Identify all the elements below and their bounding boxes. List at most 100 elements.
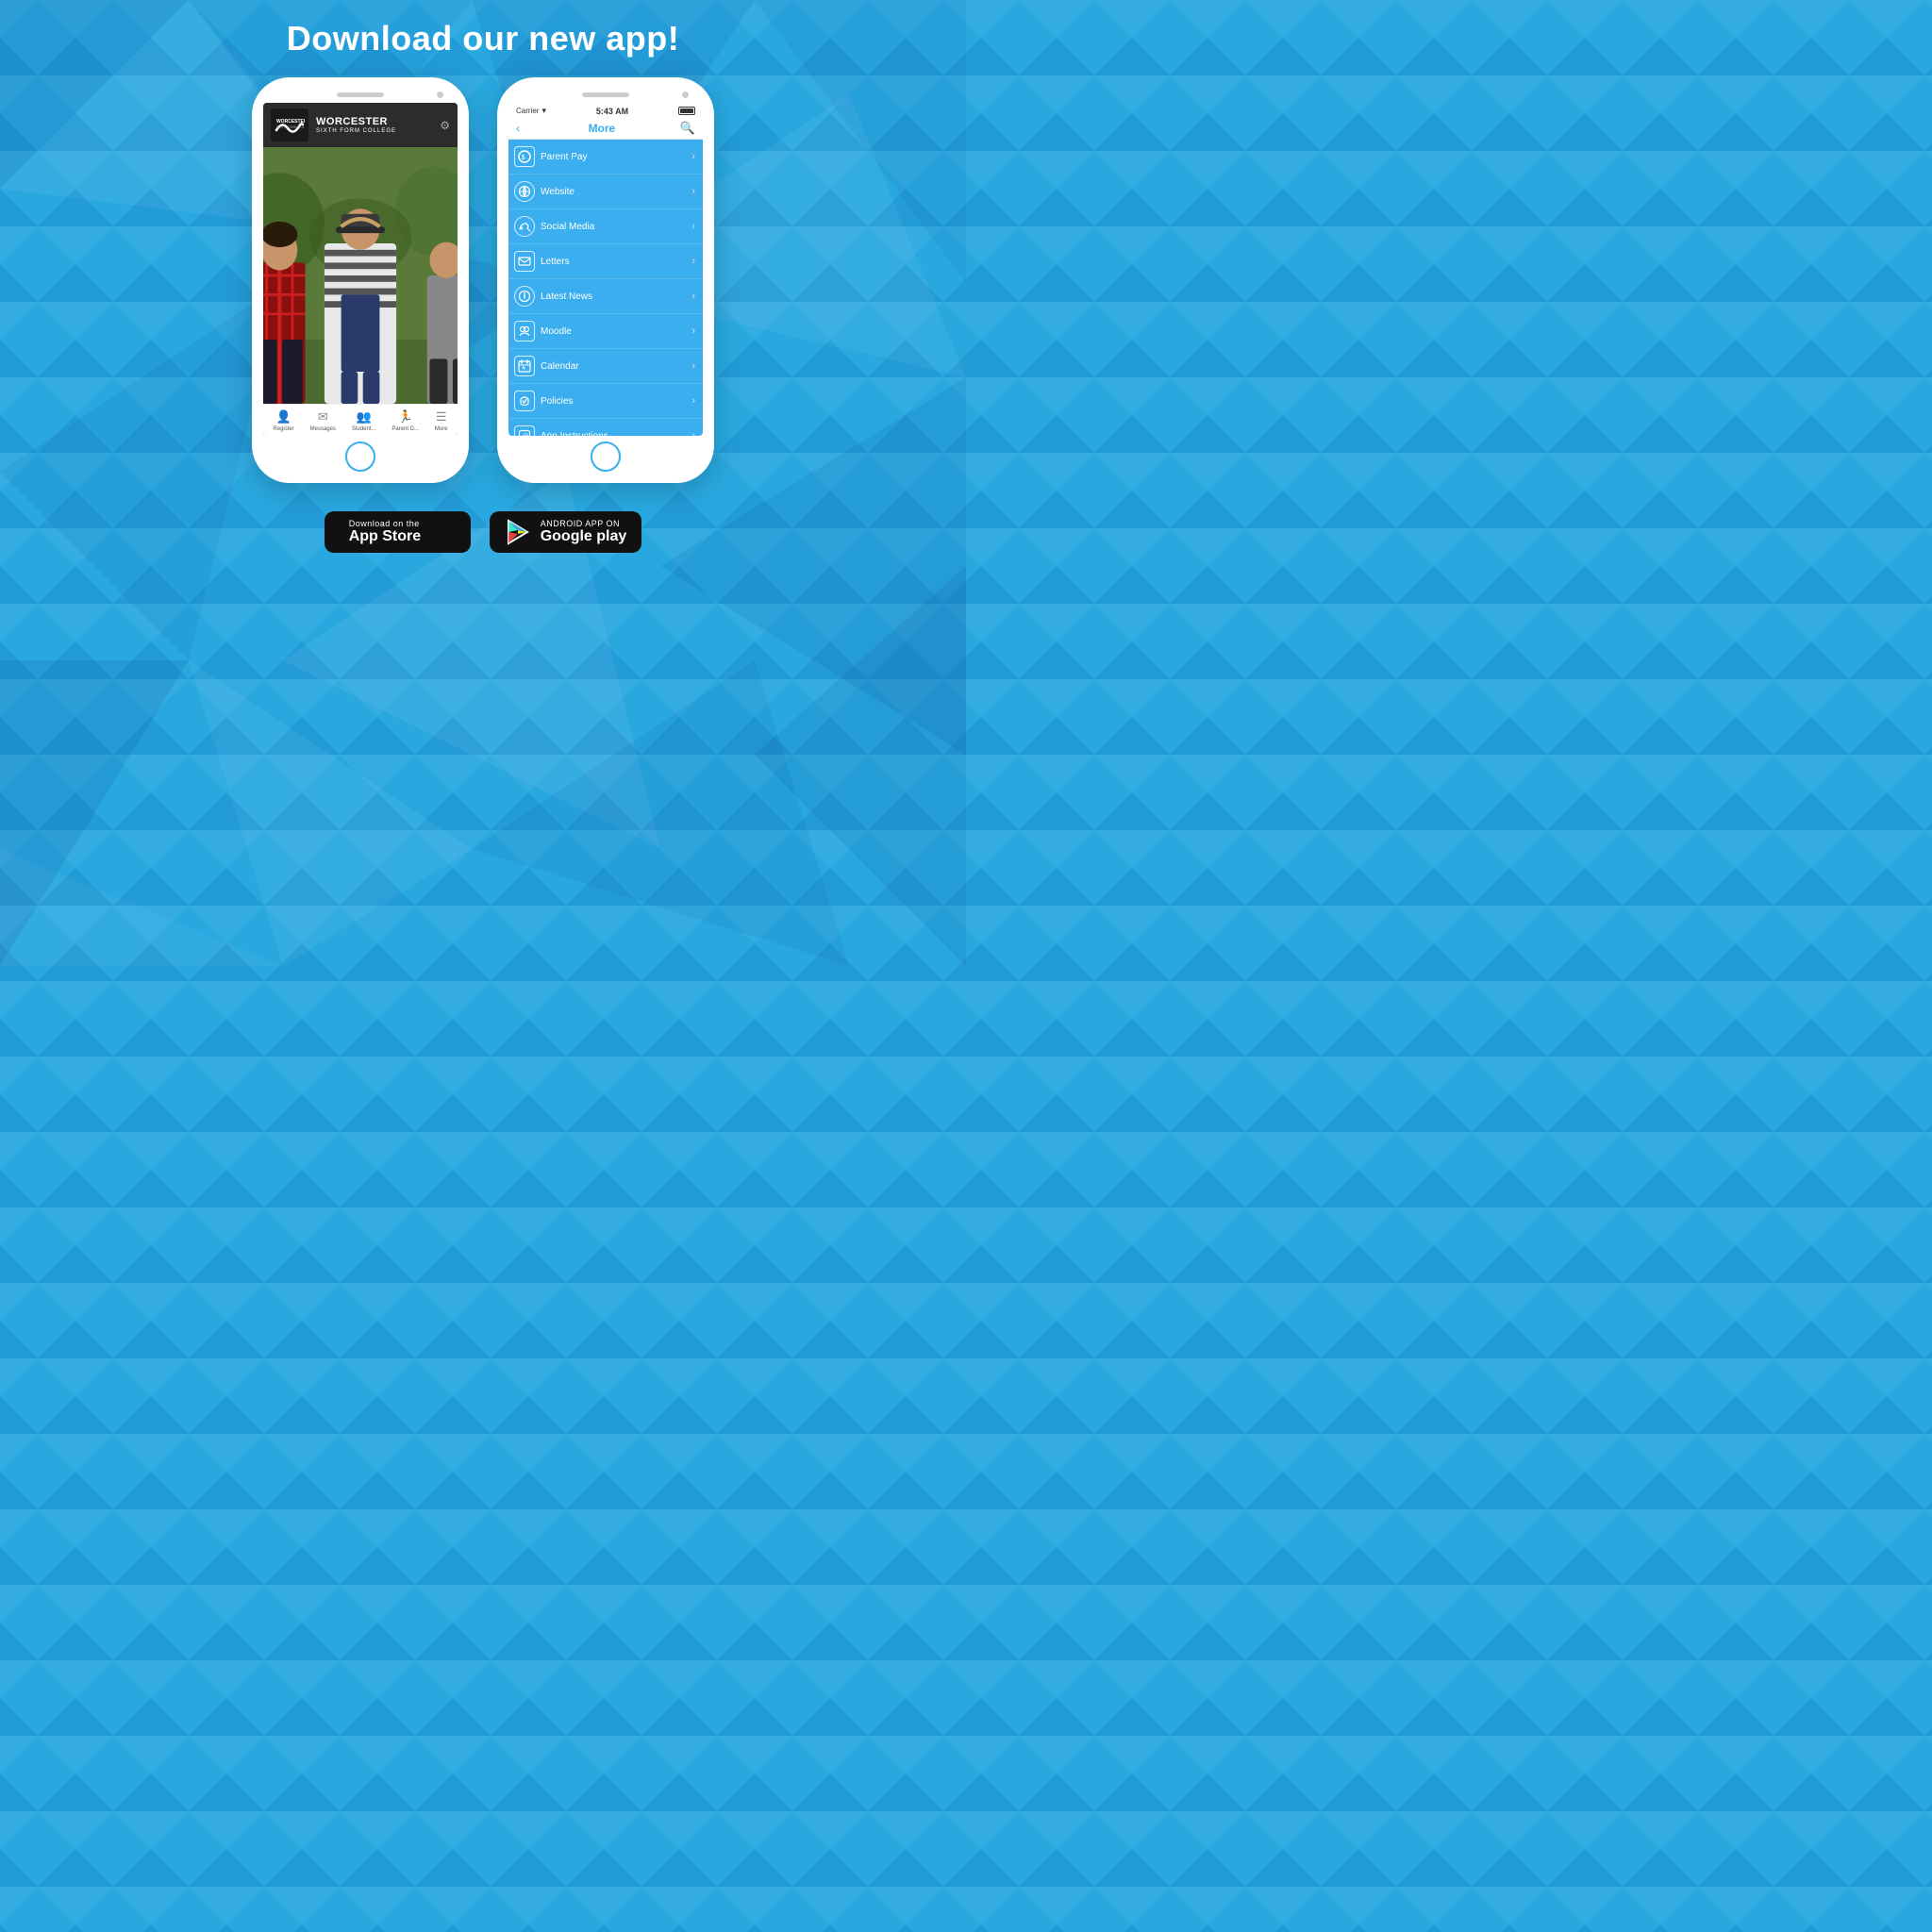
menu-item-latest-news[interactable]: Latest News › — [508, 279, 703, 314]
svg-text:$: $ — [522, 155, 525, 161]
latest-news-icon — [514, 286, 535, 307]
calendar-label: Calendar — [541, 361, 686, 372]
phones-row: WORCESTER SIXTH FORM COLLEGE WORCESTER S… — [252, 77, 714, 483]
chevron-icon-1: › — [691, 186, 695, 197]
nav-item-parent[interactable]: 🏃 Parent D... — [391, 409, 419, 432]
parent-icon: 🏃 — [398, 409, 413, 425]
chevron-icon-3: › — [691, 256, 695, 267]
chevron-icon-6: › — [691, 360, 695, 372]
social-media-icon — [514, 216, 535, 237]
bottom-nav: 👤 Register ✉ Messages 👥 Student... 🏃 Par… — [263, 404, 458, 436]
menu-item-policies[interactable]: Policies › — [508, 384, 703, 419]
nav-item-student[interactable]: 👥 Student... — [352, 409, 376, 432]
moodle-icon — [514, 321, 535, 341]
photo-area — [263, 147, 458, 404]
nav-title: More — [524, 122, 680, 135]
phone-speaker-left — [337, 92, 384, 97]
settings-icon[interactable]: ⚙ — [440, 119, 450, 132]
ios-nav-bar: ‹ More 🔍 — [508, 118, 703, 140]
home-button-left[interactable] — [345, 441, 375, 472]
website-label: Website — [541, 187, 686, 197]
store-buttons: Download on the App Store ANDROID APP ON… — [325, 502, 642, 562]
menu-item-calendar[interactable]: Calendar › — [508, 349, 703, 384]
status-carrier: Carrier ▾ — [516, 106, 546, 116]
svg-text:@: @ — [523, 434, 529, 436]
status-time: 5:43 AM — [596, 107, 628, 116]
messages-icon: ✉ — [318, 409, 328, 425]
menu-list: $ Parent Pay › Website › — [508, 140, 703, 436]
nav-item-register[interactable]: 👤 Register — [273, 409, 293, 432]
apple-store-button[interactable]: Download on the App Store — [325, 511, 471, 553]
phone-top-bar-left — [263, 92, 458, 97]
policies-icon — [514, 391, 535, 411]
chevron-icon-8: › — [691, 430, 695, 436]
worcester-header: WORCESTER SIXTH FORM COLLEGE WORCESTER S… — [263, 103, 458, 147]
apple-store-text: Download on the App Store — [349, 519, 421, 545]
google-play-top-text: ANDROID APP ON — [541, 519, 627, 528]
worcester-main-title: WORCESTER — [316, 116, 432, 127]
chevron-icon-2: › — [691, 221, 695, 232]
google-play-text: ANDROID APP ON Google play — [541, 519, 627, 545]
nav-label-messages: Messages — [310, 426, 336, 432]
menu-item-social-media[interactable]: Social Media › — [508, 209, 703, 244]
wifi-icon: ▾ — [541, 106, 546, 116]
apple-store-top-text: Download on the — [349, 519, 421, 528]
nav-label-register: Register — [273, 426, 293, 432]
phone-camera-left — [437, 92, 443, 98]
website-icon — [514, 181, 535, 202]
menu-item-website[interactable]: Website › — [508, 175, 703, 209]
letters-label: Letters — [541, 257, 686, 267]
nav-item-more[interactable]: ☰ More — [435, 409, 448, 432]
worcester-subtitle: SIXTH FORM COLLEGE — [316, 128, 432, 134]
battery-indicator — [678, 107, 695, 115]
parent-pay-label: Parent Pay — [541, 152, 686, 162]
more-icon: ☰ — [436, 409, 447, 425]
nav-label-student: Student... — [352, 426, 376, 432]
battery-icon — [678, 107, 695, 115]
nav-label-more: More — [435, 426, 448, 432]
svg-text:SIXTH FORM COLLEGE: SIXTH FORM COLLEGE — [276, 125, 305, 129]
phone-screen-left: WORCESTER SIXTH FORM COLLEGE WORCESTER S… — [263, 103, 458, 436]
nav-item-messages[interactable]: ✉ Messages — [310, 409, 336, 432]
page-title: Download our new app! — [287, 19, 679, 58]
register-icon: 👤 — [276, 409, 291, 425]
chevron-icon-0: › — [691, 151, 695, 162]
chevron-icon-4: › — [691, 291, 695, 302]
phone-camera-right — [682, 92, 689, 98]
menu-item-moodle[interactable]: Moodle › — [508, 314, 703, 349]
svg-text:WORCESTER: WORCESTER — [276, 119, 305, 125]
apple-store-bottom-text: App Store — [349, 528, 421, 545]
student-icon: 👥 — [357, 409, 372, 425]
menu-item-letters[interactable]: Letters › — [508, 244, 703, 279]
phone-left: WORCESTER SIXTH FORM COLLEGE WORCESTER S… — [252, 77, 469, 483]
chevron-icon-7: › — [691, 395, 695, 407]
page-wrapper: Download our new app! WORCESTER SIXTH FO… — [0, 0, 966, 966]
ios-status-bar: Carrier ▾ 5:43 AM — [508, 103, 703, 118]
nav-label-parent: Parent D... — [391, 426, 419, 432]
google-play-bottom-text: Google play — [541, 528, 627, 545]
battery-fill — [680, 108, 693, 113]
menu-item-parent-pay[interactable]: $ Parent Pay › — [508, 140, 703, 175]
letters-icon — [514, 251, 535, 272]
app-instructions-icon: @ — [514, 425, 535, 436]
back-button[interactable]: ‹ — [516, 122, 520, 135]
parent-pay-icon: $ — [514, 146, 535, 167]
search-icon[interactable]: 🔍 — [680, 121, 695, 136]
latest-news-label: Latest News — [541, 291, 686, 302]
moodle-label: Moodle — [541, 326, 686, 337]
google-play-button[interactable]: ANDROID APP ON Google play — [490, 511, 642, 553]
phone-speaker-right — [582, 92, 629, 97]
home-button-right[interactable] — [591, 441, 621, 472]
menu-item-app-instructions[interactable]: @ App Instructions › — [508, 419, 703, 436]
app-instructions-label: App Instructions — [541, 431, 686, 437]
calendar-icon — [514, 356, 535, 376]
phone-top-bar-right — [508, 92, 703, 97]
phone-screen-right: Carrier ▾ 5:43 AM ‹ More 🔍 — [508, 103, 703, 436]
carrier-label: Carrier — [516, 107, 539, 115]
social-media-label: Social Media — [541, 222, 686, 232]
worcester-wave-logo: WORCESTER SIXTH FORM COLLEGE — [275, 115, 305, 136]
policies-label: Policies — [541, 396, 686, 407]
phone-right: Carrier ▾ 5:43 AM ‹ More 🔍 — [497, 77, 714, 483]
chevron-icon-5: › — [691, 325, 695, 337]
students-illustration — [263, 147, 458, 404]
